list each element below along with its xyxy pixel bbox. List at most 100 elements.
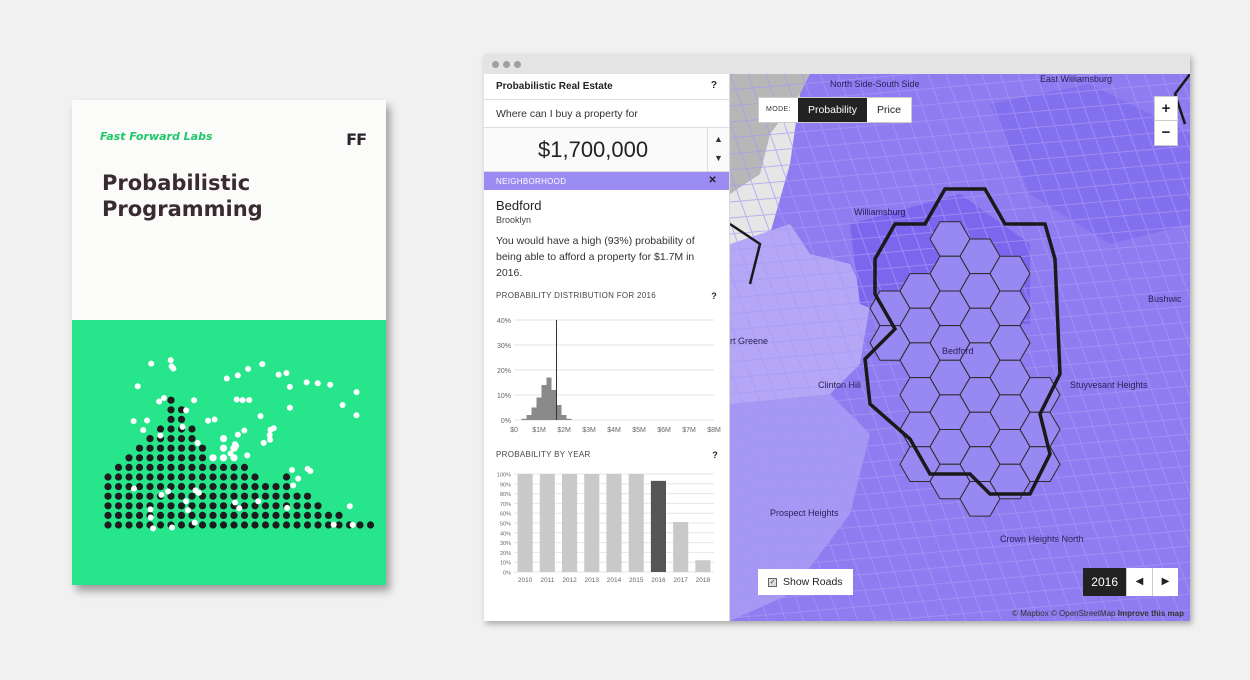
dot: [339, 401, 346, 408]
map-label: Bushwic: [1148, 294, 1182, 304]
dot: [177, 454, 186, 462]
prev-year-button[interactable]: ◀: [1126, 568, 1152, 596]
dot: [104, 492, 112, 500]
neighborhood-description: You would have a high (93%) probability …: [496, 235, 695, 279]
zoom-out-button[interactable]: −: [1155, 121, 1177, 145]
increase-icon[interactable]: ▲: [714, 134, 723, 144]
dot: [289, 466, 296, 473]
dot: [209, 463, 217, 471]
dot: [104, 521, 112, 529]
dot: [230, 463, 238, 471]
dot: [188, 435, 196, 443]
x-tick-label: 2015: [629, 577, 644, 584]
map-label: North Side-South Side: [830, 79, 920, 89]
dot: [314, 521, 322, 529]
close-icon[interactable]: ✕: [708, 175, 717, 186]
dot: [303, 492, 312, 500]
dot: [219, 444, 228, 452]
dot: [314, 511, 322, 519]
help-icon[interactable]: ?: [711, 80, 717, 91]
dot: [140, 427, 147, 434]
dot: [146, 483, 154, 491]
dot: [146, 492, 154, 500]
dot: [156, 473, 165, 481]
neighborhood-name: Bedford: [496, 198, 542, 213]
year-bar: [650, 480, 666, 572]
price-value[interactable]: $1,700,000: [538, 137, 648, 163]
dot: [177, 435, 186, 443]
dot: [160, 395, 167, 402]
x-tick-label: 2016: [651, 577, 666, 584]
dot: [183, 498, 190, 505]
dot: [270, 425, 277, 432]
dot: [150, 525, 157, 532]
x-tick-label: 2012: [562, 577, 577, 584]
dot: [260, 439, 267, 446]
map-label: East Williamsburg: [1040, 74, 1113, 84]
window-dot[interactable]: [503, 61, 510, 68]
dot: [198, 444, 207, 452]
dot: [259, 361, 266, 368]
mode-probability-button[interactable]: Probability: [797, 98, 867, 122]
y-tick-label: 80%: [500, 492, 511, 498]
dot: [125, 463, 133, 471]
dot: [261, 502, 270, 510]
dot: [147, 514, 154, 521]
mode-price-button[interactable]: Price: [867, 98, 911, 122]
dot: [314, 502, 322, 510]
dot: [267, 436, 274, 443]
dot: [198, 502, 207, 510]
dot: [219, 492, 228, 500]
dot: [244, 452, 251, 459]
dot: [156, 511, 165, 519]
window-dot[interactable]: [492, 61, 499, 68]
decrease-icon[interactable]: ▼: [714, 153, 723, 163]
x-tick-label: 2011: [540, 577, 554, 584]
map-view[interactable]: North Side-South Side East Williamsburg …: [730, 74, 1190, 621]
dot: [194, 440, 201, 447]
next-year-button[interactable]: ▶: [1152, 568, 1178, 596]
dot: [198, 473, 207, 481]
dot: [114, 473, 123, 481]
dot: [257, 413, 264, 420]
dot: [230, 521, 238, 529]
dot: [169, 524, 176, 531]
dot: [167, 396, 175, 404]
show-roads-toggle[interactable]: ✓ Show Roads: [758, 569, 853, 595]
dot: [209, 473, 217, 481]
dot: [209, 511, 217, 519]
improve-map-link[interactable]: Improve this map: [1118, 609, 1184, 618]
dot: [232, 499, 239, 506]
dot: [104, 483, 112, 491]
dot: [230, 511, 238, 519]
zoom-in-button[interactable]: +: [1155, 97, 1177, 121]
map-attribution: © Mapbox © OpenStreetMap Improve this ma…: [1012, 609, 1184, 618]
checkbox-icon[interactable]: ✓: [768, 577, 777, 587]
dot: [293, 511, 301, 519]
help-icon[interactable]: ?: [712, 450, 718, 460]
zoom-control: + −: [1154, 96, 1178, 146]
dot: [177, 444, 186, 452]
dot: [130, 418, 137, 425]
dot: [284, 504, 291, 511]
dot: [330, 521, 337, 528]
dot: [135, 454, 144, 462]
distribution-title: PROBABILITY DISTRIBUTION FOR 2016: [496, 291, 657, 300]
price-input[interactable]: $1,700,000 ▲ ▼: [484, 128, 729, 172]
y-tick-label: 30%: [497, 343, 511, 350]
year-title-row: PROBABILITY BY YEAR ?: [484, 450, 730, 466]
window-dot[interactable]: [514, 61, 521, 68]
map-label: Crown Heights North: [1000, 534, 1084, 544]
dot: [303, 502, 312, 510]
dot: [261, 521, 270, 529]
help-icon[interactable]: ?: [711, 291, 717, 301]
dot: [104, 502, 112, 510]
dot: [114, 502, 123, 510]
book-title-line1: Probabilistic: [102, 171, 251, 195]
map-label: Clinton Hill: [818, 380, 862, 390]
y-tick-label: 30%: [500, 541, 511, 547]
y-tick-label: 40%: [500, 531, 511, 537]
price-stepper[interactable]: ▲ ▼: [707, 128, 729, 172]
dot: [219, 463, 228, 471]
histogram-bar: [551, 390, 557, 420]
